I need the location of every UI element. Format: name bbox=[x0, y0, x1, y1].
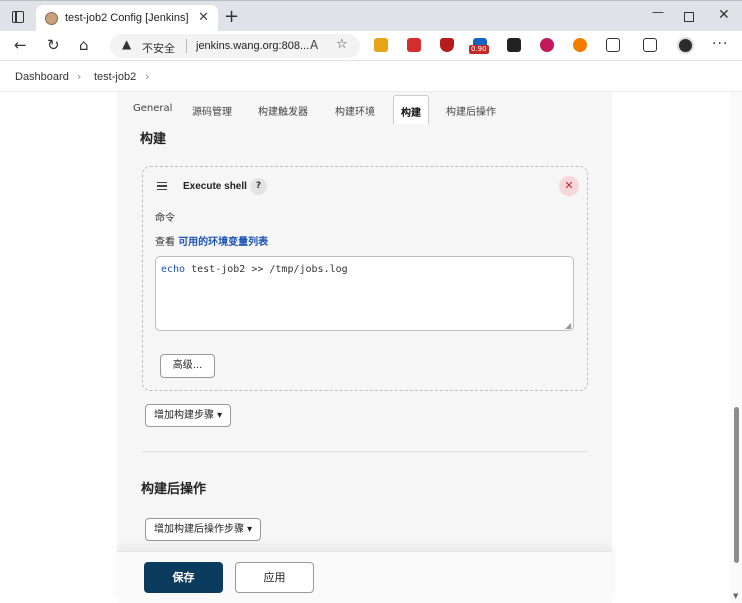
resize-handle-icon[interactable]: ◢ bbox=[565, 321, 571, 330]
browser-tab-bar: test-job2 Config [Jenkins] ✕ + — ✕ bbox=[0, 0, 742, 32]
env-vars-line: 查看 可用的环境变量列表 bbox=[155, 233, 268, 248]
jenkins-favicon-icon bbox=[45, 12, 58, 25]
apply-button[interactable]: 应用 bbox=[235, 562, 314, 593]
read-aloud-icon[interactable]: A bbox=[310, 38, 318, 52]
address-bar-row: ← ↻ ⌂ ▲ 不安全 jenkins.wang.org:808... A ☆ … bbox=[0, 31, 742, 61]
breadcrumb-chevron-icon: › bbox=[77, 70, 82, 83]
reload-icon[interactable]: ↻ bbox=[47, 36, 60, 54]
extension-icon[interactable] bbox=[540, 38, 554, 52]
build-section-title: 构建 bbox=[140, 132, 167, 147]
tab-environment[interactable]: 构建环境 bbox=[335, 103, 375, 118]
command-textarea[interactable]: echo test-job2 >> /tmp/jobs.log bbox=[155, 256, 574, 331]
save-button[interactable]: 保存 bbox=[144, 562, 223, 593]
execute-shell-step: Execute shell ? ✕ 命令 查看 可用的环境变量列表 echo t… bbox=[142, 166, 588, 391]
scroll-down-icon[interactable]: ▼ bbox=[733, 592, 738, 600]
browser-tab[interactable]: test-job2 Config [Jenkins] ✕ bbox=[36, 5, 218, 32]
minimize-button[interactable]: — bbox=[652, 5, 664, 19]
help-icon[interactable]: ? bbox=[250, 178, 267, 195]
extension-icon[interactable] bbox=[440, 38, 454, 52]
step-title: Execute shell bbox=[183, 181, 247, 192]
extensions-puzzle-icon[interactable] bbox=[606, 38, 620, 52]
omnibox-divider bbox=[186, 39, 187, 53]
breadcrumb-chevron-icon[interactable]: › bbox=[145, 70, 149, 83]
tab-general[interactable]: General bbox=[133, 103, 172, 114]
add-post-build-step-button[interactable]: 增加构建后操作步骤 ▾ bbox=[145, 518, 262, 541]
advanced-button[interactable]: 高级... bbox=[160, 354, 215, 378]
env-vars-link[interactable]: 可用的环境变量列表 bbox=[178, 237, 268, 248]
profile-avatar[interactable] bbox=[677, 37, 694, 54]
command-text: test-job2 >> /tmp/jobs.log bbox=[185, 264, 348, 275]
drag-handle-icon[interactable] bbox=[157, 182, 167, 190]
insecure-label: 不安全 bbox=[142, 42, 175, 55]
extension-badge: 0.90 bbox=[469, 45, 489, 54]
scrollbar-thumb[interactable] bbox=[734, 407, 739, 563]
breadcrumb-dashboard[interactable]: Dashboard bbox=[15, 71, 69, 83]
tab-post-build[interactable]: 构建后操作 bbox=[446, 103, 496, 118]
extension-icon[interactable] bbox=[573, 38, 587, 52]
close-window-button[interactable]: ✕ bbox=[718, 7, 730, 23]
extension-icon[interactable] bbox=[374, 38, 388, 52]
warning-icon: ▲ bbox=[122, 37, 132, 51]
form-footer: 保存 应用 bbox=[117, 551, 612, 603]
extension-icon[interactable] bbox=[507, 38, 521, 52]
more-icon[interactable]: ··· bbox=[712, 36, 728, 52]
tab-title: test-job2 Config [Jenkins] bbox=[65, 12, 189, 24]
tab-actions-icon[interactable] bbox=[12, 11, 24, 23]
config-tabs: General 源码管理 构建触发器 构建环境 构建 构建后操作 bbox=[117, 92, 612, 124]
url-field[interactable]: ▲ 不安全 jenkins.wang.org:808... A ☆ bbox=[110, 34, 360, 58]
post-build-section-title: 构建后操作 bbox=[141, 482, 207, 497]
collections-icon[interactable] bbox=[643, 38, 657, 52]
breadcrumb: Dashboard › test-job2 › bbox=[0, 62, 742, 92]
tab-scm[interactable]: 源码管理 bbox=[192, 103, 232, 118]
tab-triggers[interactable]: 构建触发器 bbox=[258, 103, 308, 118]
command-keyword: echo bbox=[161, 264, 186, 275]
tab-close-icon[interactable]: ✕ bbox=[198, 10, 209, 25]
url-text: jenkins.wang.org:808... bbox=[196, 40, 310, 52]
tab-build[interactable]: 构建 bbox=[393, 95, 429, 124]
add-build-step-button[interactable]: 增加构建步骤 ▾ bbox=[145, 404, 232, 427]
section-divider bbox=[142, 451, 588, 452]
delete-step-button[interactable]: ✕ bbox=[559, 176, 579, 196]
command-label: 命令 bbox=[155, 213, 175, 224]
maximize-button[interactable] bbox=[684, 12, 694, 22]
extension-icon[interactable] bbox=[407, 38, 421, 52]
favorite-icon[interactable]: ☆ bbox=[336, 37, 348, 52]
env-vars-prefix: 查看 bbox=[155, 237, 179, 248]
back-icon[interactable]: ← bbox=[14, 36, 27, 54]
breadcrumb-job[interactable]: test-job2 bbox=[94, 71, 136, 83]
home-icon[interactable]: ⌂ bbox=[79, 36, 89, 54]
new-tab-button[interactable]: + bbox=[224, 6, 239, 27]
